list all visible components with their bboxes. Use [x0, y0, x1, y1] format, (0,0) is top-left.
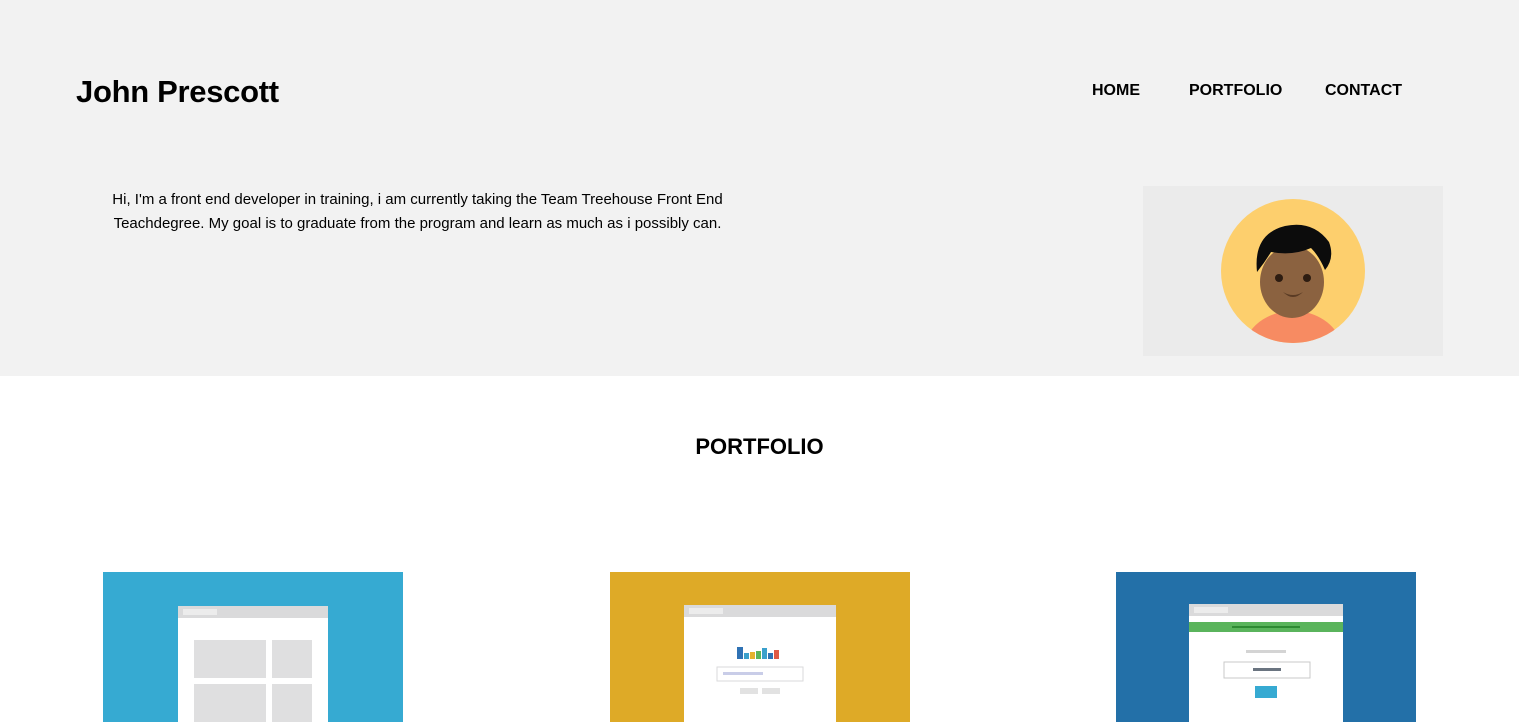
form-success-thumbnail-icon [1189, 604, 1343, 722]
hero-section: John Prescott HOME PORTFOLIO CONTACT Hi,… [0, 0, 1519, 376]
bar-chart-thumbnail-icon [684, 605, 836, 722]
portfolio-card-1[interactable] [103, 572, 403, 722]
portfolio-card-3[interactable] [1116, 572, 1416, 722]
grid-layout-thumbnail-icon [178, 606, 328, 722]
avatar [1143, 186, 1443, 356]
portfolio-title: PORTFOLIO [695, 434, 824, 459]
user-avatar-icon [1221, 199, 1365, 343]
nav-contact-link[interactable]: CONTACT [1325, 82, 1402, 100]
nav-home-link[interactable]: HOME [1092, 82, 1140, 100]
portfolio-card-2[interactable] [610, 572, 910, 722]
intro-text: Hi, I'm a front end developer in trainin… [112, 191, 723, 232]
main-nav: HOME PORTFOLIO CONTACT [0, 82, 1519, 102]
nav-portfolio-link[interactable]: PORTFOLIO [1189, 82, 1282, 100]
